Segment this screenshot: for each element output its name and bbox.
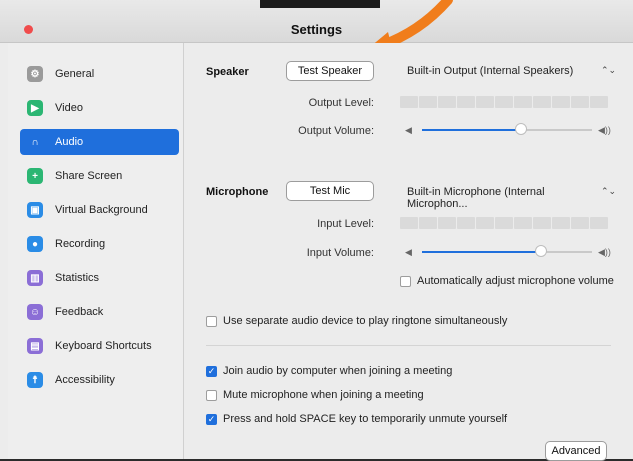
sidebar-item-label: Recording bbox=[55, 238, 106, 250]
sidebar-item-label: Accessibility bbox=[55, 374, 115, 386]
input-volume-label: Input Volume: bbox=[306, 247, 374, 259]
sidebar-item-accessibility[interactable]: ☨ Accessibility bbox=[20, 367, 179, 393]
audio-settings-panel: Speaker Test Speaker Built-in Output (In… bbox=[184, 43, 633, 461]
sidebar-item-virtual-background[interactable]: ▣ Virtual Background bbox=[20, 197, 179, 223]
output-level-label: Output Level: bbox=[308, 97, 374, 109]
auto-adjust-mic-label: Automatically adjust microphone volume bbox=[417, 275, 614, 287]
speaker-device-select[interactable]: Built-in Output (Internal Speakers) bbox=[407, 65, 607, 77]
window-title: Settings bbox=[290, 22, 343, 37]
sidebar-item-label: Virtual Background bbox=[55, 204, 148, 216]
microphone-section-label: Microphone bbox=[206, 186, 269, 198]
microphone-device-select[interactable]: Built-in Microphone (Internal Microphon.… bbox=[407, 186, 607, 210]
sidebar-item-label: Share Screen bbox=[55, 170, 123, 182]
advanced-button[interactable]: Advanced bbox=[545, 441, 607, 461]
mute-mic-option[interactable]: Mute microphone when joining a meeting bbox=[206, 389, 424, 401]
input-level-meter bbox=[400, 217, 608, 229]
space-unmute-option[interactable]: ✓ Press and hold SPACE key to temporaril… bbox=[206, 413, 507, 425]
speaker-select-chevron-icon: ⌃⌄ bbox=[601, 65, 617, 75]
output-level-meter bbox=[400, 96, 608, 108]
input-level-label: Input Level: bbox=[317, 218, 374, 230]
test-speaker-button[interactable]: Test Speaker bbox=[286, 61, 374, 81]
space-unmute-checkbox[interactable]: ✓ bbox=[206, 413, 217, 425]
mute-mic-checkbox[interactable] bbox=[206, 389, 217, 401]
input-volume-slider[interactable] bbox=[422, 245, 592, 259]
sidebar-item-keyboard-shortcuts[interactable]: ▤ Keyboard Shortcuts bbox=[20, 333, 179, 359]
sidebar-item-label: Keyboard Shortcuts bbox=[55, 340, 152, 352]
feedback-icon: ☺ bbox=[27, 304, 43, 320]
accessibility-icon: ☨ bbox=[27, 372, 43, 388]
microphone-device-value: Built-in Microphone (Internal Microphon.… bbox=[407, 186, 545, 210]
sidebar-item-statistics[interactable]: ▥ Statistics bbox=[20, 265, 179, 291]
input-volume-fill bbox=[422, 251, 541, 253]
output-volume-fill bbox=[422, 129, 521, 131]
sidebar-item-feedback[interactable]: ☺ Feedback bbox=[20, 299, 179, 325]
sidebar-item-label: Audio bbox=[55, 136, 84, 148]
input-volume-knob[interactable] bbox=[535, 245, 547, 257]
title-bar: Settings bbox=[0, 0, 633, 43]
test-mic-button[interactable]: Test Mic bbox=[286, 181, 374, 201]
sidebar-item-label: Statistics bbox=[55, 272, 100, 284]
settings-window: Settings ⚙ General ▶ Video ∩ Audio + Share Scre… bbox=[0, 0, 633, 461]
sidebar-item-label: Video bbox=[55, 102, 83, 114]
virtual-background-icon: ▣ bbox=[27, 202, 43, 218]
volume-high-icon: ◀)) bbox=[598, 125, 611, 135]
sidebar-item-video[interactable]: ▶ Video bbox=[20, 95, 179, 121]
mic-volume-low-icon: ◀ bbox=[405, 247, 412, 257]
sidebar-item-label: Feedback bbox=[55, 306, 104, 318]
join-audio-checkbox[interactable]: ✓ bbox=[206, 365, 217, 377]
sidebar-item-audio[interactable]: ∩ Audio bbox=[20, 129, 179, 155]
section-divider bbox=[206, 345, 611, 346]
auto-adjust-mic-option[interactable]: Automatically adjust microphone volume bbox=[400, 275, 614, 287]
output-volume-knob[interactable] bbox=[515, 123, 527, 135]
separate-ringtone-device-label: Use separate audio device to play ringto… bbox=[223, 315, 508, 327]
sidebar-item-recording[interactable]: ● Recording bbox=[20, 231, 179, 257]
space-unmute-label: Press and hold SPACE key to temporarily … bbox=[223, 413, 508, 425]
separate-ringtone-device-checkbox[interactable] bbox=[206, 315, 217, 327]
join-audio-label: Join audio by computer when joining a me… bbox=[223, 365, 453, 377]
input-volume-track bbox=[541, 251, 592, 253]
join-audio-option[interactable]: ✓ Join audio by computer when joining a … bbox=[206, 365, 452, 377]
sidebar-item-share-screen[interactable]: + Share Screen bbox=[20, 163, 179, 189]
sidebar-item-general[interactable]: ⚙ General bbox=[20, 61, 179, 87]
microphone-select-chevron-icon: ⌃⌄ bbox=[601, 186, 617, 196]
headphones-icon: ∩ bbox=[31, 136, 39, 148]
auto-adjust-mic-checkbox[interactable] bbox=[400, 275, 411, 287]
speaker-section-label: Speaker bbox=[206, 66, 249, 78]
output-volume-slider[interactable] bbox=[422, 123, 592, 137]
video-camera-icon: ▶ bbox=[27, 100, 43, 116]
output-volume-track bbox=[521, 129, 592, 131]
sidebar-item-label: General bbox=[55, 68, 95, 80]
settings-sidebar: ⚙ General ▶ Video ∩ Audio + Share Screen ▣ Virtua… bbox=[8, 43, 184, 459]
keyboard-icon: ▤ bbox=[27, 338, 43, 354]
share-screen-icon: + bbox=[27, 168, 43, 184]
mic-volume-high-icon: ◀)) bbox=[598, 247, 611, 257]
statistics-icon: ▥ bbox=[27, 270, 43, 286]
mute-mic-label: Mute microphone when joining a meeting bbox=[223, 389, 424, 401]
recording-icon: ● bbox=[27, 236, 43, 252]
speaker-device-value: Built-in Output (Internal Speakers) bbox=[407, 65, 574, 77]
volume-low-icon: ◀ bbox=[405, 125, 412, 135]
gear-icon: ⚙ bbox=[27, 66, 43, 82]
separate-ringtone-device-option[interactable]: Use separate audio device to play ringto… bbox=[206, 315, 507, 327]
output-volume-label: Output Volume: bbox=[298, 125, 374, 137]
